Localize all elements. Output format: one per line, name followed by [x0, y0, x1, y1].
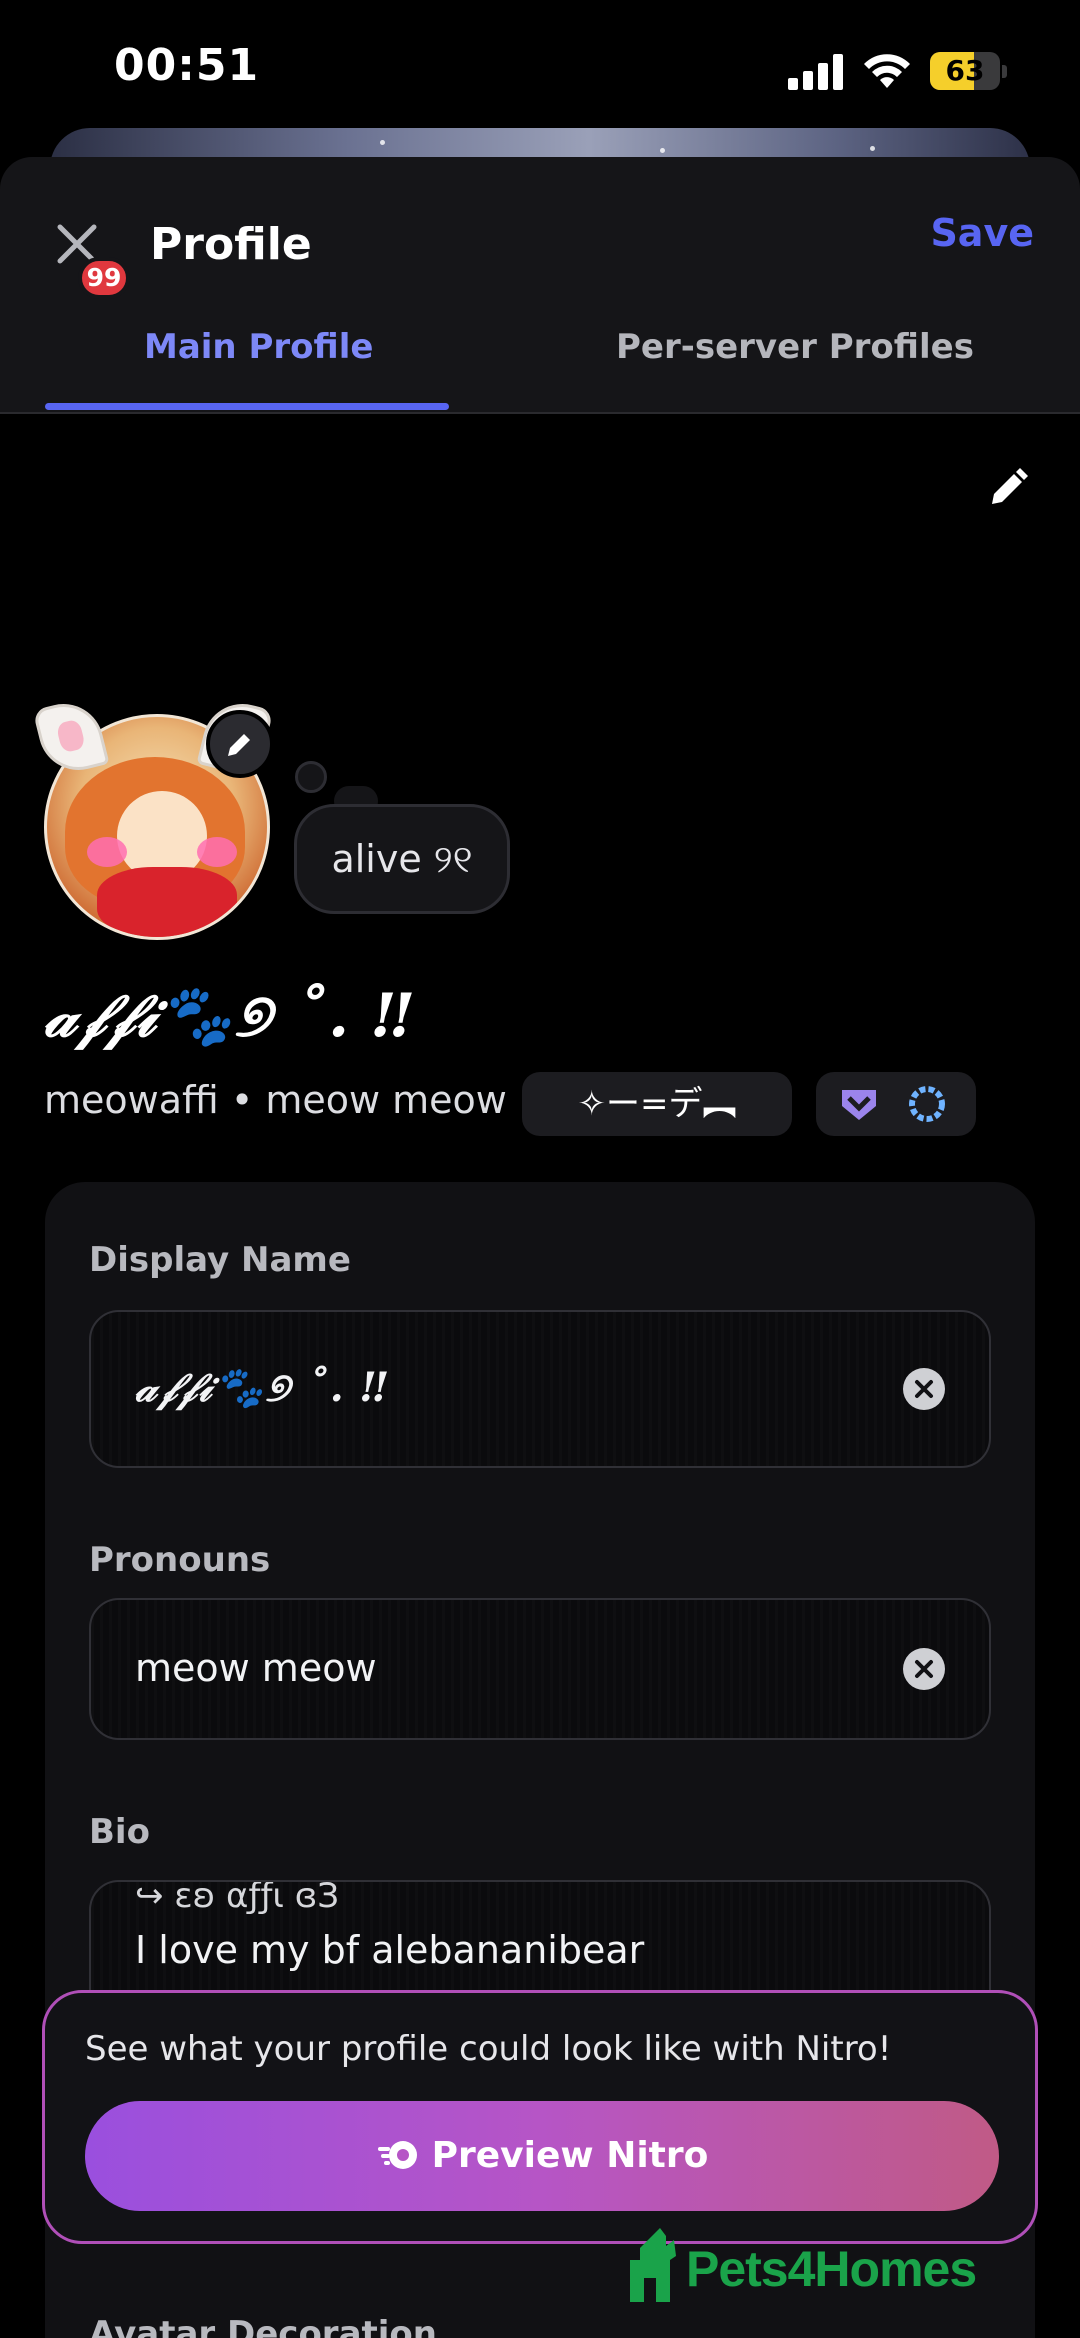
- mention-count-badge: 99: [78, 257, 130, 299]
- custom-status-bubble[interactable]: alive ୨୧: [294, 804, 510, 914]
- status-bar: 00:51 63: [0, 0, 1080, 140]
- tab-main-profile[interactable]: Main Profile: [144, 327, 373, 367]
- active-developer-badge-icon: [909, 1086, 945, 1122]
- bio-label: Bio: [89, 1812, 150, 1852]
- display-name-value: 𝒶𝒻𝒻𝒾🐾୭ ˚. ‼: [135, 1364, 389, 1411]
- preview-nitro-label: Preview Nitro: [431, 2135, 709, 2176]
- active-tab-indicator: [45, 403, 449, 410]
- cat-ear-decoration-left: [32, 695, 110, 779]
- hypesquad-badge-icon: [842, 1090, 876, 1120]
- save-button[interactable]: Save: [930, 211, 1034, 255]
- pencil-icon: [992, 468, 1028, 504]
- display-name-field[interactable]: 𝒶𝒻𝒻𝒾🐾୭ ˚. ‼: [89, 1310, 991, 1468]
- clan-tag-chip[interactable]: ✧ー=デ︻: [522, 1072, 792, 1136]
- preview-nitro-button[interactable]: Preview Nitro: [85, 2101, 999, 2211]
- username-pronouns: meowaffi • meow meow: [44, 1078, 507, 1122]
- clear-icon: [915, 1380, 933, 1398]
- avatar-with-decoration[interactable]: [32, 695, 280, 942]
- watermark: Pets4Homes: [626, 2226, 1026, 2306]
- profile-display-name: 𝒶𝒻𝒻𝒾🐾୭ ˚. ‼: [44, 981, 414, 1051]
- battery-percent: 63: [945, 54, 985, 87]
- status-time: 00:51: [114, 40, 260, 91]
- wifi-icon: [862, 50, 912, 90]
- clear-icon: [915, 1660, 933, 1678]
- edit-banner-button[interactable]: [984, 466, 1030, 512]
- pronouns-field[interactable]: meow meow: [89, 1598, 991, 1740]
- page-title: Profile: [150, 219, 312, 270]
- clear-display-name-button[interactable]: [903, 1368, 945, 1410]
- profile-header: 99 Profile Save Main Profile Per-server …: [0, 157, 1080, 414]
- pets4homes-logo-icon: [630, 2228, 676, 2302]
- nitro-icon: [377, 2141, 417, 2169]
- status-bubble-tail: [295, 761, 327, 793]
- cellular-signal-icon: [788, 54, 844, 90]
- nitro-promo-card: See what your profile could look like wi…: [42, 1990, 1038, 2244]
- pronouns-value: meow meow: [135, 1646, 377, 1690]
- tab-per-server-profiles[interactable]: Per-server Profiles: [616, 327, 974, 367]
- avatar-decoration-label: Avatar Decoration: [89, 2314, 437, 2338]
- pronouns-label: Pronouns: [89, 1540, 271, 1580]
- pencil-icon: [228, 734, 250, 756]
- profile-badges[interactable]: [816, 1072, 976, 1136]
- nitro-promo-text: See what your profile could look like wi…: [85, 2029, 892, 2069]
- clear-pronouns-button[interactable]: [903, 1648, 945, 1690]
- edit-avatar-button[interactable]: [206, 710, 274, 778]
- bio-line-2: I love my bf alebananibear: [135, 1928, 645, 1972]
- display-name-label: Display Name: [89, 1240, 351, 1280]
- battery-indicator: 63: [930, 52, 1008, 90]
- bio-line-1: ↪ εʚ αƒƒι ɞЗ: [135, 1880, 340, 1916]
- watermark-text: Pets4Homes: [686, 2241, 977, 2297]
